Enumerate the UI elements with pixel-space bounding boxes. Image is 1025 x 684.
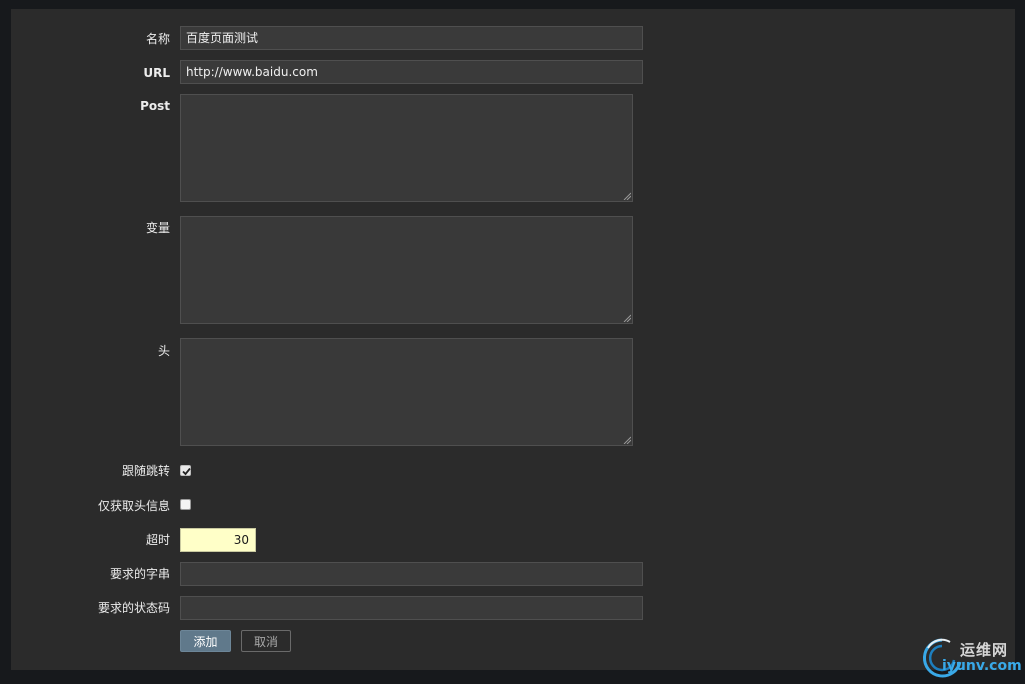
variables-textarea[interactable] [180, 216, 633, 324]
resize-grip-icon[interactable] [623, 436, 631, 444]
watermark: 运维网 iyunv.com [920, 636, 1022, 680]
add-button[interactable]: 添加 [180, 630, 231, 652]
post-textarea[interactable] [180, 94, 633, 202]
headers-only-label: 仅获取头信息 [97, 499, 170, 513]
url-label: URL [143, 66, 170, 80]
timeout-input[interactable]: 30 [180, 528, 256, 552]
cancel-button[interactable]: 取消 [241, 630, 291, 652]
required-string-label: 要求的字串 [109, 567, 170, 581]
form-panel: 名称 百度页面测试 URL http://www.baidu.com Post … [11, 9, 1015, 670]
headers-label: 头 [157, 344, 170, 358]
name-input[interactable]: 百度页面测试 [180, 26, 643, 50]
timeout-label: 超时 [145, 533, 170, 547]
follow-redirects-checkbox[interactable] [180, 465, 191, 476]
url-input[interactable]: http://www.baidu.com [180, 60, 643, 84]
headers-textarea[interactable] [180, 338, 633, 446]
headers-only-checkbox[interactable] [180, 499, 191, 510]
required-status-input[interactable] [180, 596, 643, 620]
required-status-label: 要求的状态码 [97, 601, 170, 615]
resize-grip-icon[interactable] [623, 192, 631, 200]
watermark-en-text: iyunv.com [942, 658, 1022, 674]
required-string-input[interactable] [180, 562, 643, 586]
resize-grip-icon[interactable] [623, 314, 631, 322]
post-label: Post [140, 99, 170, 113]
variables-label: 变量 [145, 221, 170, 235]
follow-redirects-label: 跟随跳转 [121, 464, 170, 478]
checkmark-icon [182, 467, 191, 476]
name-label: 名称 [145, 32, 170, 46]
watermark-cn-text: 运维网 [960, 641, 1009, 659]
